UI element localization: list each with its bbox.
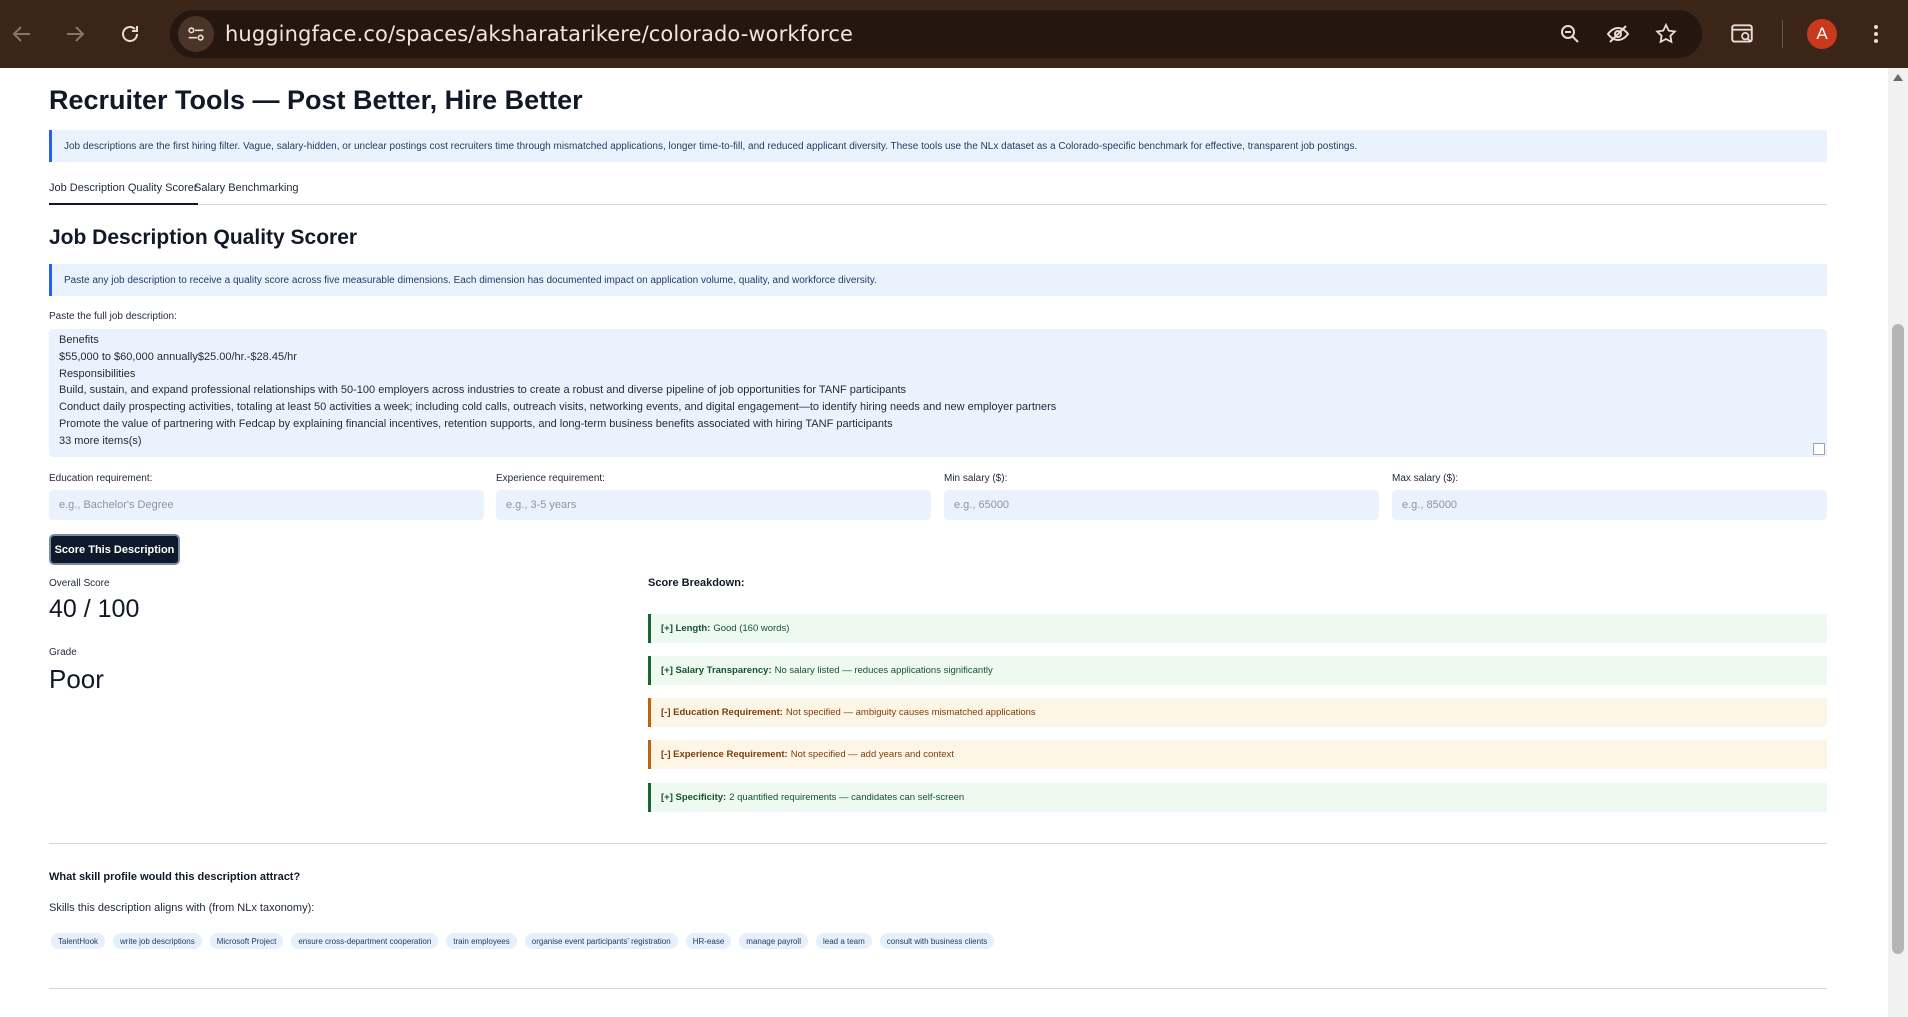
breakdown-title: Score Breakdown:: [648, 577, 745, 589]
reload-icon[interactable]: [110, 14, 150, 54]
jd-label: Paste the full job description:: [49, 311, 177, 322]
avatar[interactable]: A: [1807, 19, 1837, 49]
menu-icon[interactable]: [1862, 20, 1890, 48]
jd-line: Promote the value of partnering with Fed…: [59, 417, 893, 430]
scroll-up-icon[interactable]: [1893, 74, 1903, 81]
breakdown-text: Not specified — add years and context: [790, 749, 954, 760]
forward-icon[interactable]: [55, 14, 95, 54]
breakdown-prefix: [+] Specificity:: [661, 792, 727, 803]
skill-chip: lead a team: [815, 933, 872, 949]
star-icon[interactable]: [1654, 22, 1678, 46]
tab-bar: Job Description Quality Scorer Salary Be…: [49, 181, 1827, 205]
tab-jd-quality-scorer[interactable]: Job Description Quality Scorer: [49, 181, 198, 205]
jd-line: Build, sustain, and expand professional …: [59, 384, 907, 397]
min-salary-label: Min salary ($):: [944, 473, 1008, 484]
divider: [49, 988, 1827, 989]
skill-chips: TalentHook write job descriptions Micros…: [51, 933, 995, 949]
divider: [49, 843, 1827, 844]
skill-chip: write job descriptions: [113, 933, 202, 949]
skill-chip: manage payroll: [739, 933, 808, 949]
skill-chip: ensure cross-department cooperation: [291, 933, 439, 949]
scrollbar-thumb[interactable]: [1892, 324, 1904, 954]
jd-line: Conduct daily prospecting activities, to…: [59, 401, 1057, 414]
breakdown-item-specificity: [+] Specificity: 2 quantified requiremen…: [648, 783, 1827, 812]
jd-line: 33 more items(s): [59, 434, 142, 447]
site-info-icon[interactable]: [178, 16, 214, 52]
breakdown-item-length: [+] Length: Good (160 words): [648, 614, 1827, 643]
max-salary-input[interactable]: [1392, 490, 1827, 520]
score-description-button[interactable]: Score This Description: [49, 534, 180, 565]
education-label: Education requirement:: [49, 473, 153, 484]
address-bar[interactable]: huggingface.co/spaces/aksharatarikere/co…: [170, 10, 1702, 58]
min-salary-input[interactable]: [944, 490, 1379, 520]
breakdown-text: Not specified — ambiguity causes mismatc…: [785, 707, 1036, 718]
grade-label: Grade: [49, 647, 77, 658]
scorer-info-box: Paste any job description to receive a q…: [49, 264, 1827, 296]
resize-handle-icon[interactable]: [1813, 443, 1825, 455]
skill-chip: HR-ease: [685, 933, 732, 949]
url-text[interactable]: huggingface.co/spaces/aksharatarikere/co…: [225, 22, 853, 46]
intro-info-box: Job descriptions are the first hiring fi…: [49, 130, 1827, 162]
zoom-icon[interactable]: [1558, 22, 1582, 46]
skill-chip: Microsoft Project: [209, 933, 284, 949]
skills-intro: Skills this description aligns with (fro…: [49, 902, 315, 914]
eye-off-icon[interactable]: [1606, 22, 1630, 46]
job-description-textarea[interactable]: Benefits $55,000 to $60,000 annually$25.…: [49, 329, 1827, 457]
jd-line: Responsibilities: [59, 367, 136, 380]
max-salary-label: Max salary ($):: [1392, 473, 1459, 484]
overall-score-value: 40 / 100: [49, 595, 140, 623]
experience-label: Experience requirement:: [496, 473, 605, 484]
breakdown-prefix: [+] Length:: [661, 623, 711, 634]
experience-input[interactable]: [496, 490, 931, 520]
skills-question: What skill profile would this descriptio…: [49, 871, 301, 883]
breakdown-text: Good (160 words): [713, 623, 790, 634]
tab-salary-benchmarking[interactable]: Salary Benchmarking: [194, 181, 299, 205]
breakdown-item-education: [-] Education Requirement: Not specified…: [648, 698, 1827, 727]
breakdown-prefix: [-] Experience Requirement:: [661, 749, 788, 760]
skill-chip: TalentHook: [51, 933, 106, 949]
section-heading: Job Description Quality Scorer: [49, 226, 358, 249]
breakdown-item-salary: [+] Salary Transparency: No salary liste…: [648, 656, 1827, 685]
breakdown-text: 2 quantified requirements — candidates c…: [729, 792, 965, 803]
back-icon[interactable]: [2, 14, 42, 54]
skill-chip: organise event participants' registratio…: [524, 933, 678, 949]
overall-score-label: Overall Score: [49, 578, 110, 589]
search-tab-icon[interactable]: [1728, 20, 1756, 48]
breakdown-prefix: [+] Salary Transparency:: [661, 665, 772, 676]
scorer-info-text: Paste any job description to receive a q…: [64, 274, 877, 286]
skill-chip: train employees: [446, 933, 517, 949]
breakdown-text: No salary listed — reduces applications …: [774, 665, 993, 676]
intro-text: Job descriptions are the first hiring fi…: [64, 140, 1358, 152]
education-input[interactable]: [49, 490, 484, 520]
jd-line: Benefits: [59, 334, 99, 346]
page-scrollbar[interactable]: [1888, 68, 1908, 1017]
browser-toolbar: huggingface.co/spaces/aksharatarikere/co…: [0, 0, 1908, 68]
breakdown-item-experience: [-] Experience Requirement: Not specifie…: [648, 740, 1827, 769]
toolbar-divider: [1782, 20, 1783, 48]
grade-value: Poor: [49, 664, 104, 694]
breakdown-prefix: [-] Education Requirement:: [661, 707, 783, 718]
skill-chip: consult with business clients: [879, 933, 995, 949]
page-viewport: Recruiter Tools — Post Better, Hire Bett…: [0, 68, 1888, 1017]
jd-line: $55,000 to $60,000 annually$25.00/hr.-$2…: [59, 350, 297, 363]
page-title: Recruiter Tools — Post Better, Hire Bett…: [49, 85, 583, 115]
